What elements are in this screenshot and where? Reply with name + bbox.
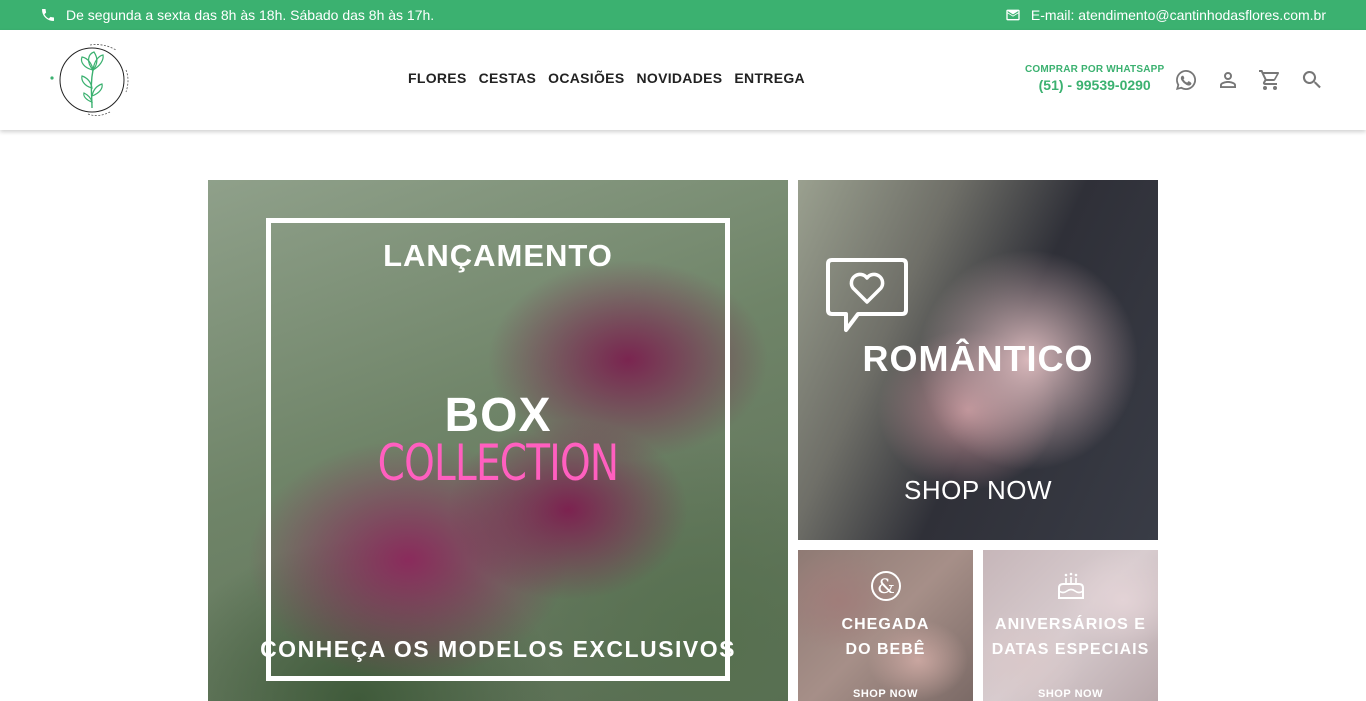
site-header: FLORES CESTAS OCASIÕES NOVIDADES ENTREGA… — [0, 30, 1366, 130]
main-nav: FLORES CESTAS OCASIÕES NOVIDADES ENTREGA — [408, 70, 805, 86]
banner-birthday-cta[interactable]: SHOP NOW — [983, 688, 1158, 700]
nav-item-entrega[interactable]: ENTREGA — [734, 70, 805, 86]
svg-text:&: & — [877, 574, 895, 598]
banner-romantic[interactable]: ROMÂNTICO SHOP NOW — [798, 180, 1158, 540]
banner-birthday-line1: ANIVERSÁRIOS E — [995, 616, 1146, 633]
banner-birthday[interactable]: ANIVERSÁRIOS E DATAS ESPECIAIS SHOP NOW — [983, 550, 1158, 701]
phone-icon — [42, 9, 54, 21]
banner-main-cta[interactable]: CONHEÇA OS MODELOS EXCLUSIVOS — [208, 636, 788, 663]
banner-launch-title: LANÇAMENTO — [383, 238, 613, 273]
email-text[interactable]: E-mail: atendimento@cantinhodasflores.co… — [1031, 7, 1326, 23]
brand-logo[interactable] — [48, 40, 138, 120]
nav-item-ocasioes[interactable]: OCASIÕES — [548, 70, 624, 86]
banner-baby-line1: CHEGADA — [841, 616, 930, 633]
cart-icon[interactable] — [1258, 68, 1282, 92]
heart-chat-icon — [826, 258, 908, 332]
nav-item-flores[interactable]: FLORES — [408, 70, 467, 86]
banner-baby-cta[interactable]: SHOP NOW — [798, 688, 973, 700]
whatsapp-contact[interactable]: COMPRAR POR WHATSAPP (51) - 99539-0290 — [1025, 64, 1164, 93]
banner-birthday-title: ANIVERSÁRIOS E DATAS ESPECIAIS — [983, 612, 1158, 662]
user-icon[interactable] — [1216, 68, 1240, 92]
banner-baby-line2: DO BEBÊ — [845, 641, 926, 658]
banner-romantic-cta[interactable]: SHOP NOW — [798, 475, 1158, 506]
whatsapp-icon[interactable] — [1174, 68, 1198, 92]
hours-info: De segunda a sexta das 8h às 18h. Sábado… — [40, 7, 434, 23]
header-icons — [1174, 68, 1324, 92]
banner-baby-title: CHEGADA DO BEBÊ — [798, 612, 973, 662]
banner-baby[interactable]: & CHEGADA DO BEBÊ SHOP NOW — [798, 550, 973, 701]
flower-logo-icon — [50, 44, 129, 116]
email-info[interactable]: E-mail: atendimento@cantinhodasflores.co… — [1005, 7, 1326, 23]
nav-item-cestas[interactable]: CESTAS — [479, 70, 537, 86]
banner-birthday-line2: DATAS ESPECIAIS — [991, 641, 1150, 658]
top-bar: De segunda a sexta das 8h às 18h. Sábado… — [0, 0, 1366, 30]
whatsapp-phone[interactable]: (51) - 99539-0290 — [1025, 77, 1164, 93]
mail-icon — [1006, 9, 1020, 21]
whatsapp-label: COMPRAR POR WHATSAPP — [1025, 64, 1165, 75]
search-icon[interactable] — [1300, 68, 1324, 92]
banner-box-collection[interactable]: LANÇAMENTO BOX COLLECTION CONHEÇA OS MOD… — [208, 180, 788, 701]
banner-romantic-title: ROMÂNTICO — [862, 338, 1094, 379]
banner-collection-headline: COLLECTION — [377, 434, 619, 492]
cake-icon — [1058, 572, 1084, 599]
hours-text: De segunda a sexta das 8h às 18h. Sábado… — [66, 7, 435, 23]
ampersand-icon: & — [871, 571, 901, 601]
nav-item-novidades[interactable]: NOVIDADES — [636, 70, 722, 86]
